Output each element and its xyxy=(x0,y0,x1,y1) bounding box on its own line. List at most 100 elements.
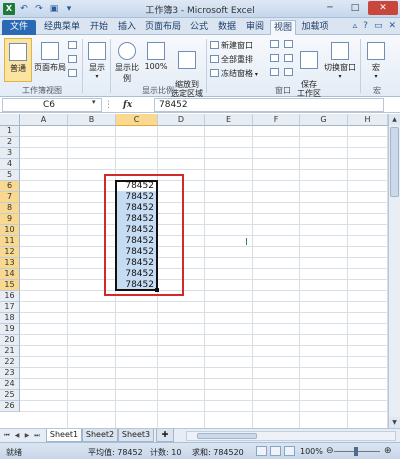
zoom-100-button[interactable]: 100% xyxy=(144,38,168,82)
hide-button[interactable] xyxy=(270,54,281,63)
zoom-percent[interactable]: 100% xyxy=(300,447,323,456)
new-window-button[interactable]: 新建窗口 xyxy=(210,40,253,51)
view-side-by-side-button[interactable] xyxy=(284,40,295,49)
name-box[interactable]: C6 xyxy=(2,98,102,112)
select-all-corner[interactable] xyxy=(0,114,20,126)
row-header-19[interactable]: 19 xyxy=(0,324,20,335)
save-workspace-button[interactable]: 保存 工作区 xyxy=(296,38,322,98)
tab-file[interactable]: 文件 xyxy=(2,20,36,35)
insert-function-icon[interactable]: fx xyxy=(123,100,132,110)
row-header-2[interactable]: 2 xyxy=(0,137,20,148)
row-header-13[interactable]: 13 xyxy=(0,258,20,269)
column-header-g[interactable]: G xyxy=(300,114,348,126)
page-layout-status-icon[interactable] xyxy=(270,446,281,456)
row-header-3[interactable]: 3 xyxy=(0,148,20,159)
row-header-23[interactable]: 23 xyxy=(0,368,20,379)
row-header-6[interactable]: 6 xyxy=(0,181,20,192)
restore-icon[interactable]: ▭ xyxy=(374,21,383,31)
grid-line xyxy=(299,126,300,428)
switch-window-button[interactable]: 切换窗口 ▾ xyxy=(322,38,358,82)
row-header-14[interactable]: 14 xyxy=(0,269,20,280)
row-header-18[interactable]: 18 xyxy=(0,313,20,324)
column-header-e[interactable]: E xyxy=(205,114,253,126)
tab-review[interactable]: 审阅 xyxy=(242,20,268,35)
next-sheet-icon[interactable]: ▶ xyxy=(22,430,32,441)
row-header-16[interactable]: 16 xyxy=(0,291,20,302)
scroll-down-icon[interactable]: ▼ xyxy=(389,417,400,428)
sync-scroll-button[interactable] xyxy=(284,54,295,63)
row-header-12[interactable]: 12 xyxy=(0,247,20,258)
page-break-preview-button[interactable] xyxy=(68,41,79,50)
tab-view[interactable]: 视图 xyxy=(270,20,296,35)
row-header-1[interactable]: 1 xyxy=(0,126,20,137)
custom-views-button[interactable] xyxy=(68,55,79,64)
scroll-up-icon[interactable]: ▲ xyxy=(389,114,400,125)
row-header-25[interactable]: 25 xyxy=(0,390,20,401)
horizontal-scrollbar[interactable] xyxy=(186,431,396,441)
normal-view-status-icon[interactable] xyxy=(256,446,267,456)
freeze-panes-button[interactable]: 冻结窗格 ▾ xyxy=(210,68,258,79)
tab-data[interactable]: 数据 xyxy=(214,20,240,35)
zoom-slider-knob[interactable] xyxy=(354,447,358,456)
full-screen-button[interactable] xyxy=(68,69,79,78)
sheet-tab-sheet3[interactable]: Sheet3 xyxy=(118,429,154,442)
row-header-21[interactable]: 21 xyxy=(0,346,20,357)
column-header-c[interactable]: C xyxy=(116,114,158,126)
row-header-9[interactable]: 9 xyxy=(0,214,20,225)
row-header-7[interactable]: 7 xyxy=(0,192,20,203)
column-header-f[interactable]: F xyxy=(253,114,300,126)
close-button[interactable]: ✕ xyxy=(368,1,398,15)
first-sheet-icon[interactable]: ⏮ xyxy=(2,430,12,441)
prev-sheet-icon[interactable]: ◀ xyxy=(12,430,22,441)
name-box-caret-icon[interactable]: ▾ xyxy=(92,98,96,106)
page-layout-view-button[interactable]: 页面布局 xyxy=(34,38,66,82)
minimize-button[interactable]: ─ xyxy=(318,1,342,15)
minimize-ribbon-icon[interactable]: ▵ xyxy=(353,21,358,31)
row-header-20[interactable]: 20 xyxy=(0,335,20,346)
row-header-26[interactable]: 26 xyxy=(0,401,20,412)
column-header-b[interactable]: B xyxy=(68,114,116,126)
row-header-15[interactable]: 15 xyxy=(0,280,20,291)
tab-insert[interactable]: 插入 xyxy=(114,20,140,35)
insert-sheet-icon[interactable]: ✚ xyxy=(156,429,174,442)
vertical-scroll-thumb[interactable] xyxy=(390,127,399,197)
row-header-5[interactable]: 5 xyxy=(0,170,20,181)
row-header-11[interactable]: 11 xyxy=(0,236,20,247)
row-header-10[interactable]: 10 xyxy=(0,225,20,236)
zoom-out-icon[interactable]: ⊖ xyxy=(326,446,334,456)
unhide-button[interactable] xyxy=(270,68,281,77)
formula-input[interactable]: 78452 xyxy=(154,98,384,112)
close-workbook-icon[interactable]: ✕ xyxy=(388,21,396,31)
zoom-in-icon[interactable]: ⊕ xyxy=(384,446,392,456)
help-icon[interactable]: ? xyxy=(363,21,368,31)
sheet-tab-sheet2[interactable]: Sheet2 xyxy=(82,429,118,442)
column-header-d[interactable]: D xyxy=(158,114,205,126)
row-header-4[interactable]: 4 xyxy=(0,159,20,170)
normal-view-button[interactable]: 普通 xyxy=(4,38,32,82)
show-button[interactable]: 显示 ▾ xyxy=(86,38,108,82)
maximize-button[interactable]: □ xyxy=(343,1,367,15)
arrange-all-button[interactable]: 全部重排 xyxy=(210,54,253,65)
sheet-tab-sheet1[interactable]: Sheet1 xyxy=(46,429,82,442)
tab-formulas[interactable]: 公式 xyxy=(186,20,212,35)
last-sheet-icon[interactable]: ⏭ xyxy=(32,430,42,441)
row-header-8[interactable]: 8 xyxy=(0,203,20,214)
zoom-button[interactable]: 显示比例 xyxy=(112,38,142,83)
tab-addins[interactable]: 加载项 xyxy=(298,20,332,35)
row-header-24[interactable]: 24 xyxy=(0,379,20,390)
reset-position-button[interactable] xyxy=(284,68,295,77)
row-header-17[interactable]: 17 xyxy=(0,302,20,313)
horizontal-scroll-thumb[interactable] xyxy=(197,433,257,439)
column-header-a[interactable]: A xyxy=(20,114,68,126)
page-break-status-icon[interactable] xyxy=(284,446,295,456)
row-header-22[interactable]: 22 xyxy=(0,357,20,368)
zoom-to-selection-button[interactable]: 缩放到 选定区域 xyxy=(170,38,204,98)
split-button[interactable] xyxy=(270,40,281,49)
column-header-h[interactable]: H xyxy=(348,114,388,126)
worksheet-grid[interactable]: A B C D E F G H 1 2 3 4 5 6 7 8 9 10 11 12 13 14 15 16 17 18 19 20 2… xyxy=(0,114,388,428)
tab-classic-menu[interactable]: 经典菜单 xyxy=(40,20,84,35)
tab-home[interactable]: 开始 xyxy=(86,20,112,35)
vertical-scrollbar[interactable]: ▲ ▼ xyxy=(388,114,400,428)
tab-page-layout[interactable]: 页面布局 xyxy=(142,20,184,35)
macro-button[interactable]: 宏 ▾ xyxy=(364,38,388,82)
